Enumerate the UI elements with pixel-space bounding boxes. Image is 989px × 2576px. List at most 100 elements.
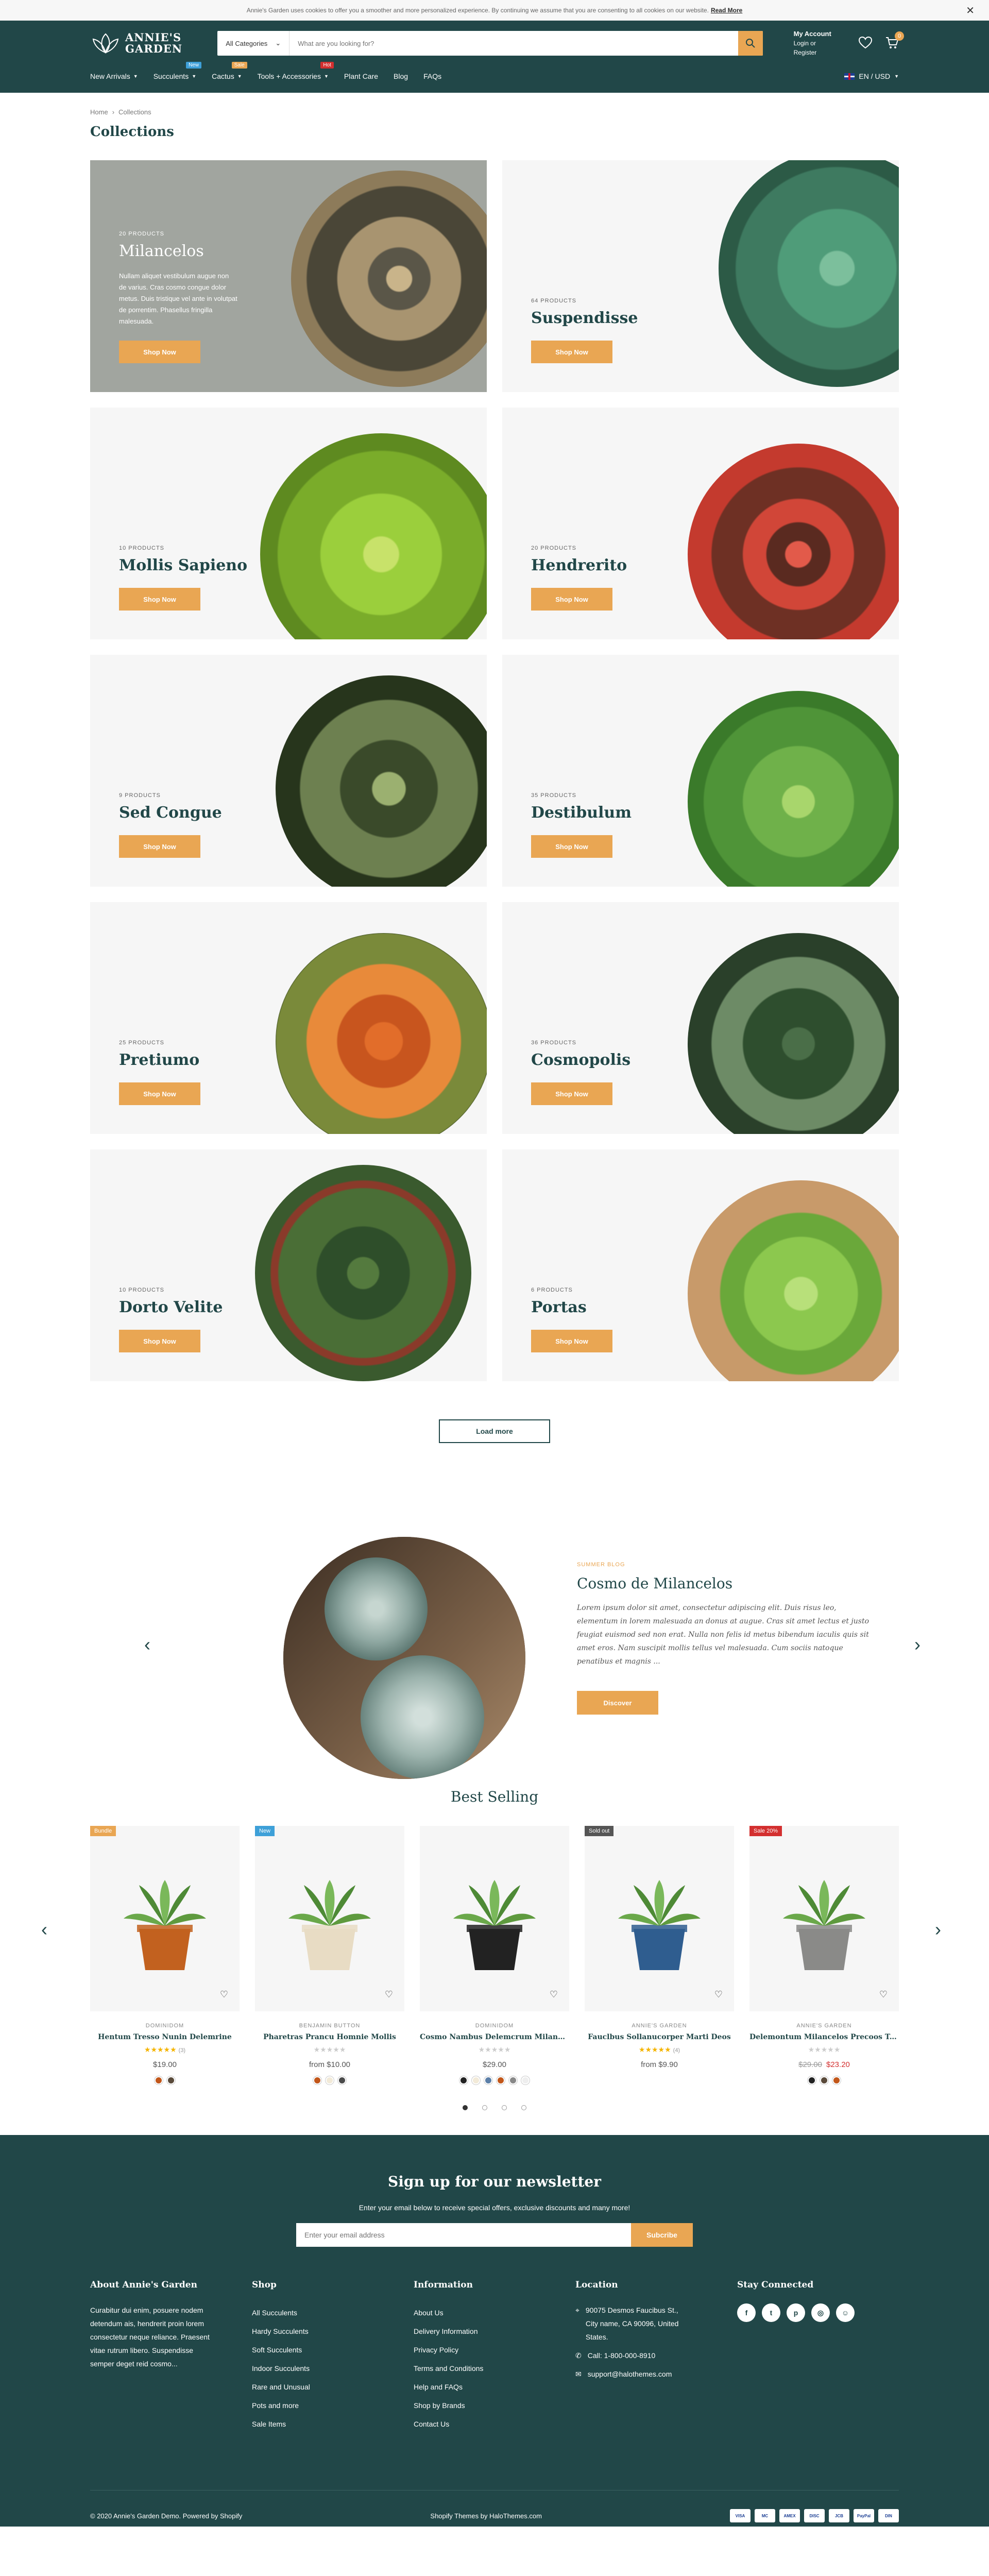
info-link[interactable]: Shop by Brands [414, 2396, 575, 2415]
cart-icon[interactable]: 0 [885, 31, 904, 50]
color-swatch[interactable] [472, 2076, 480, 2084]
carousel-dot[interactable] [521, 2105, 526, 2110]
nav-item[interactable]: New Arrivals ▼ [90, 72, 138, 80]
product-card[interactable]: New ♡ BENJAMIN BUTTON Pharetras Prancu Ho… [255, 1826, 404, 2084]
color-swatch[interactable] [832, 2076, 841, 2084]
wishlist-heart-icon[interactable]: ♡ [714, 1989, 723, 2000]
shop-link[interactable]: Sale Items [252, 2415, 414, 2433]
account-link[interactable]: My Account Login or Register [794, 29, 840, 57]
info-link[interactable]: Terms and Conditions [414, 2359, 575, 2378]
collection-card[interactable]: 36 PRODUCTS Cosmopolis Shop Now [502, 902, 899, 1134]
email[interactable]: support@halothemes.com [588, 2367, 672, 2381]
shop-now-button[interactable]: Shop Now [119, 341, 200, 363]
collection-card[interactable]: 64 PRODUCTS Suspendisse Shop Now [502, 160, 899, 392]
product-name[interactable]: Cosmo Nambus Delemcrum Milance... [420, 2033, 569, 2041]
shop-link[interactable]: Soft Succulents [252, 2341, 414, 2359]
shop-link[interactable]: All Succulents [252, 2303, 414, 2322]
product-image[interactable]: Sale 20% ♡ [749, 1826, 899, 2011]
product-name[interactable]: Fauclbus Sollanucorper Marti Deos [585, 2033, 734, 2041]
product-card[interactable]: Sold out ♡ ANNIE'S GARDEN Fauclbus Sollan… [585, 1826, 734, 2084]
nav-item[interactable]: Blog [394, 72, 408, 80]
breadcrumb-home[interactable]: Home [90, 108, 108, 116]
product-card[interactable]: Sale 20% ♡ ANNIE'S GARDEN Delemontum Mila… [749, 1826, 899, 2084]
language-currency-select[interactable]: EN / USD ▼ [844, 72, 899, 80]
color-swatch[interactable] [338, 2076, 346, 2084]
shop-link[interactable]: Rare and Unusual [252, 2378, 414, 2396]
color-swatch[interactable] [521, 2076, 530, 2084]
facebook-icon[interactable]: f [737, 2303, 756, 2322]
product-name[interactable]: Hentum Tresso Nunin Delemrine [90, 2033, 240, 2041]
info-link[interactable]: About Us [414, 2303, 575, 2322]
color-swatch[interactable] [509, 2076, 517, 2084]
search-input[interactable] [289, 31, 738, 56]
load-more-button[interactable]: Load more [439, 1419, 550, 1443]
shop-now-button[interactable]: Shop Now [531, 341, 612, 363]
pinterest-icon[interactable]: p [787, 2303, 805, 2322]
shop-now-button[interactable]: Shop Now [531, 1082, 612, 1105]
color-swatch[interactable] [820, 2076, 828, 2084]
nav-item[interactable]: Cactus ▼ Sale [212, 62, 247, 80]
collection-card[interactable]: 25 PRODUCTS Pretiumo Shop Now [90, 902, 487, 1134]
shop-now-button[interactable]: Shop Now [119, 835, 200, 858]
shop-link[interactable]: Hardy Succulents [252, 2322, 414, 2341]
nav-item[interactable]: Succulents ▼ New [154, 62, 202, 80]
color-swatch[interactable] [484, 2076, 492, 2084]
product-card[interactable]: ♡ DOMINIDOM Cosmo Nambus Delemcrum Milanc… [420, 1826, 569, 2084]
chevron-left-icon[interactable]: ‹ [144, 1634, 150, 1655]
shop-now-button[interactable]: Shop Now [531, 835, 612, 858]
cookie-read-more-link[interactable]: Read More [711, 7, 742, 14]
wishlist-heart-icon[interactable]: ♡ [879, 1989, 888, 2000]
instagram-icon[interactable]: ◎ [811, 2303, 830, 2322]
collection-card[interactable]: 10 PRODUCTS Mollis Sapieno Shop Now [90, 408, 487, 639]
carousel-next-icon[interactable]: › [935, 1919, 941, 1940]
collection-card[interactable]: 9 PRODUCTS Sed Congue Shop Now [90, 655, 487, 887]
wishlist-heart-icon[interactable] [858, 36, 873, 50]
collection-card[interactable]: 20 PRODUCTS Hendrerito Shop Now [502, 408, 899, 639]
shop-now-button[interactable]: Shop Now [531, 1330, 612, 1352]
product-image[interactable]: Bundle ♡ [90, 1826, 240, 2011]
collection-card[interactable]: 20 PRODUCTS Milancelos Nullam aliquet ves… [90, 160, 487, 392]
shop-now-button[interactable]: Shop Now [119, 588, 200, 611]
close-icon[interactable]: ✕ [966, 4, 975, 17]
phone[interactable]: Call: 1-800-000-8910 [588, 2349, 656, 2362]
color-swatch[interactable] [313, 2076, 321, 2084]
product-image[interactable]: New ♡ [255, 1826, 404, 2011]
nav-item[interactable]: FAQs [423, 72, 441, 80]
carousel-prev-icon[interactable]: ‹ [41, 1919, 47, 1940]
shop-now-button[interactable]: Shop Now [531, 588, 612, 611]
carousel-dot[interactable] [502, 2105, 507, 2110]
shop-link[interactable]: Indoor Succulents [252, 2359, 414, 2378]
product-name[interactable]: Pharetras Prancu Homnie Mollis [255, 2033, 404, 2041]
newsletter-email-input[interactable] [296, 2223, 631, 2247]
shop-now-button[interactable]: Shop Now [119, 1330, 200, 1352]
chevron-right-icon[interactable]: › [914, 1634, 920, 1655]
color-swatch[interactable] [497, 2076, 505, 2084]
info-link[interactable]: Help and FAQs [414, 2378, 575, 2396]
wishlist-heart-icon[interactable]: ♡ [220, 1989, 228, 2000]
nav-item[interactable]: Tools + Accessories ▼ Hot [258, 62, 334, 80]
product-image[interactable]: Sold out ♡ [585, 1826, 734, 2011]
theme-credit[interactable]: Shopify Themes by HaloThemes.com [430, 2512, 542, 2520]
collection-card[interactable]: 35 PRODUCTS Destibulum Shop Now [502, 655, 899, 887]
discover-button[interactable]: Discover [577, 1691, 658, 1715]
search-button[interactable] [738, 31, 763, 56]
wishlist-heart-icon[interactable]: ♡ [550, 1989, 558, 2000]
product-image[interactable]: ♡ [420, 1826, 569, 2011]
info-link[interactable]: Delivery Information [414, 2322, 575, 2341]
shop-now-button[interactable]: Shop Now [119, 1082, 200, 1105]
color-swatch[interactable] [155, 2076, 163, 2084]
product-card[interactable]: Bundle ♡ DOMINIDOM Hentum Tresso Nunin De… [90, 1826, 240, 2084]
subscribe-button[interactable]: Subcribe [631, 2223, 693, 2247]
carousel-dot[interactable] [463, 2105, 468, 2110]
info-link[interactable]: Privacy Policy [414, 2341, 575, 2359]
nav-item[interactable]: Plant Care [344, 72, 378, 80]
color-swatch[interactable] [459, 2076, 468, 2084]
color-swatch[interactable] [326, 2076, 334, 2084]
product-name[interactable]: Delemontum Milancelos Precoos Tosmir [749, 2033, 899, 2041]
logo[interactable]: ANNIE'S GARDEN [90, 32, 217, 55]
twitter-icon[interactable]: t [762, 2303, 780, 2322]
color-swatch[interactable] [808, 2076, 816, 2084]
info-link[interactable]: Contact Us [414, 2415, 575, 2433]
collection-card[interactable]: 10 PRODUCTS Dorto Velite Shop Now [90, 1149, 487, 1381]
wishlist-heart-icon[interactable]: ♡ [385, 1989, 393, 2000]
